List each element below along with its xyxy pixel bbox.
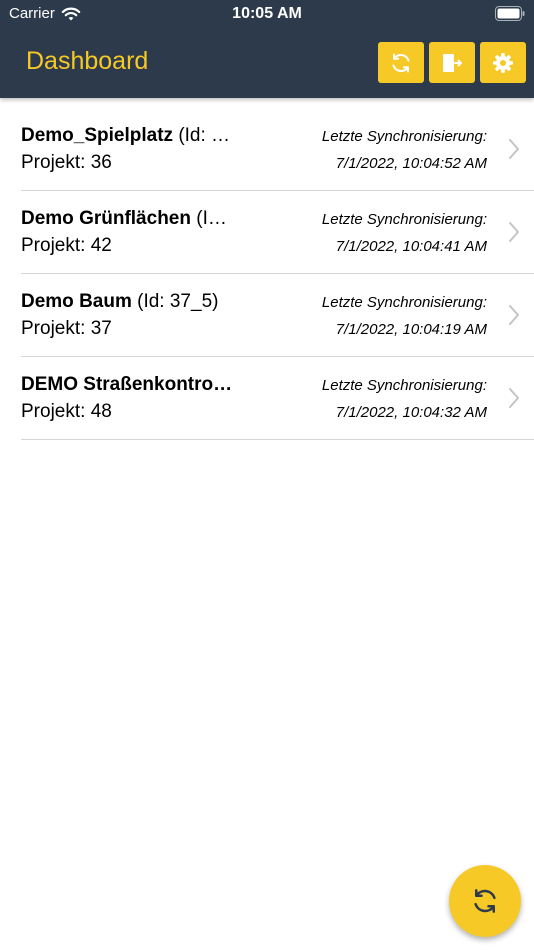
project-row[interactable]: Demo Baum (Id: 37_5) Projekt: 37 Letzte … [21,274,534,357]
project-id: (Id: … [173,125,231,146]
project-id: (I… [190,208,227,229]
project-row[interactable]: Demo_Spielplatz (Id: … Projekt: 36 Letzt… [21,108,534,191]
project-list: Demo_Spielplatz (Id: … Projekt: 36 Letzt… [0,108,534,440]
project-title: DEMO Straßenkontro… [21,374,233,395]
sync-icon [392,53,410,72]
project-name: DEMO Straßenkontro… [21,374,261,396]
app-screen: Carrier 10:05 AM Dashboard Demo_Spielpla… [0,0,534,950]
logout-button[interactable] [429,42,475,83]
gear-icon [493,52,513,73]
project-name: Demo_Spielplatz (Id: … [21,125,261,147]
status-bar: Carrier 10:05 AM [0,0,534,28]
project-row[interactable]: DEMO Straßenkontro… Projekt: 48 Letzte S… [21,357,534,440]
header: Carrier 10:05 AM Dashboard [0,0,534,98]
nav-bar: Dashboard [0,28,534,98]
project-title: Demo_Spielplatz [21,125,174,146]
chevron-right-icon [509,305,519,325]
project-id: (Id: 37_5) [131,291,219,312]
project-number: Projekt: 36 [21,152,112,173]
project-row[interactable]: Demo Grünflächen (I… Projekt: 42 Letzte … [21,191,534,274]
project-name: Demo Grünflächen (I… [21,208,261,230]
last-sync-time: 7/1/2022, 10:04:19 AM [335,321,487,338]
last-sync-label: Letzte Synchronisierung: [321,294,487,311]
project-number: Projekt: 48 [21,401,112,422]
sync-icon [474,889,496,913]
last-sync-label: Letzte Synchronisierung: [321,128,487,145]
last-sync-time: 7/1/2022, 10:04:32 AM [335,404,487,421]
project-title: Demo Baum [21,291,132,312]
settings-button[interactable] [480,42,526,83]
project-number: Projekt: 37 [21,318,112,339]
chevron-right-icon [509,139,519,159]
sync-fab-button[interactable] [449,865,521,937]
last-sync-time: 7/1/2022, 10:04:52 AM [335,155,487,172]
logout-icon [443,53,462,72]
last-sync-label: Letzte Synchronisierung: [321,377,487,394]
sync-button[interactable] [378,42,424,83]
status-time: 10:05 AM [232,5,302,22]
project-name: Demo Baum (Id: 37_5) [21,291,261,313]
project-number: Projekt: 42 [21,235,112,256]
last-sync-time: 7/1/2022, 10:04:41 AM [335,238,487,255]
last-sync-label: Letzte Synchronisierung: [321,211,487,228]
chevron-right-icon [509,388,519,408]
project-title: Demo Grünflächen [21,208,191,229]
battery-icon [495,6,525,21]
chevron-right-icon [509,222,519,242]
page-title: Dashboard [26,47,149,75]
